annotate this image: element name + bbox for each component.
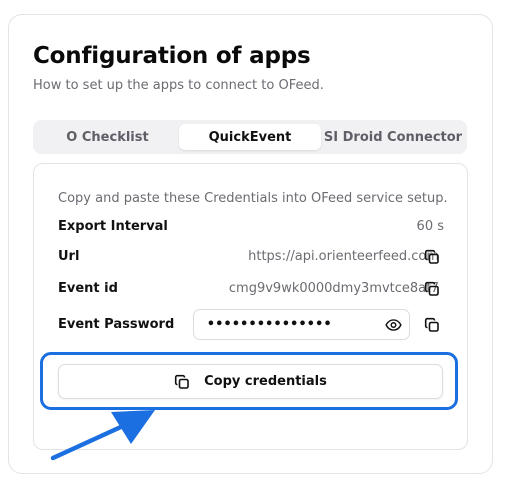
app-tabs: O Checklist QuickEvent SI Droid Connecto… bbox=[33, 120, 467, 154]
copy-credentials-button[interactable]: Copy credentials bbox=[58, 364, 443, 399]
event-password-label: Event Password bbox=[58, 317, 175, 332]
copy-credentials-label: Copy credentials bbox=[204, 374, 327, 389]
arrow-icon bbox=[50, 410, 155, 461]
copy-password-icon[interactable] bbox=[424, 317, 440, 333]
url-label: Url bbox=[58, 249, 80, 264]
copy-url-icon[interactable] bbox=[424, 249, 440, 265]
event-password-masked: ••••••••••••••• bbox=[207, 317, 332, 332]
page-subtitle: How to set up the apps to connect to OFe… bbox=[33, 78, 324, 93]
copy-icon bbox=[175, 374, 189, 389]
copy-event-id-icon[interactable] bbox=[424, 281, 440, 297]
event-password-field[interactable]: ••••••••••••••• bbox=[193, 309, 410, 340]
export-interval-value: 60 s bbox=[416, 219, 444, 234]
tab-si-droid-connector[interactable]: SI Droid Connector bbox=[323, 124, 463, 150]
event-id-value: cmg9v9wk0000dmy3mvtce8af7 bbox=[228, 281, 439, 296]
page-title: Configuration of apps bbox=[33, 43, 311, 69]
export-interval-label: Export Interval bbox=[58, 219, 168, 234]
tab-o-checklist[interactable]: O Checklist bbox=[37, 124, 178, 150]
event-id-label: Event id bbox=[58, 281, 118, 296]
url-value: https://api.orienteerfeed.com bbox=[248, 249, 439, 264]
tab-quickevent[interactable]: QuickEvent bbox=[179, 124, 321, 150]
eye-icon[interactable] bbox=[385, 317, 402, 333]
credentials-note: Copy and paste these Credentials into OF… bbox=[58, 191, 448, 206]
